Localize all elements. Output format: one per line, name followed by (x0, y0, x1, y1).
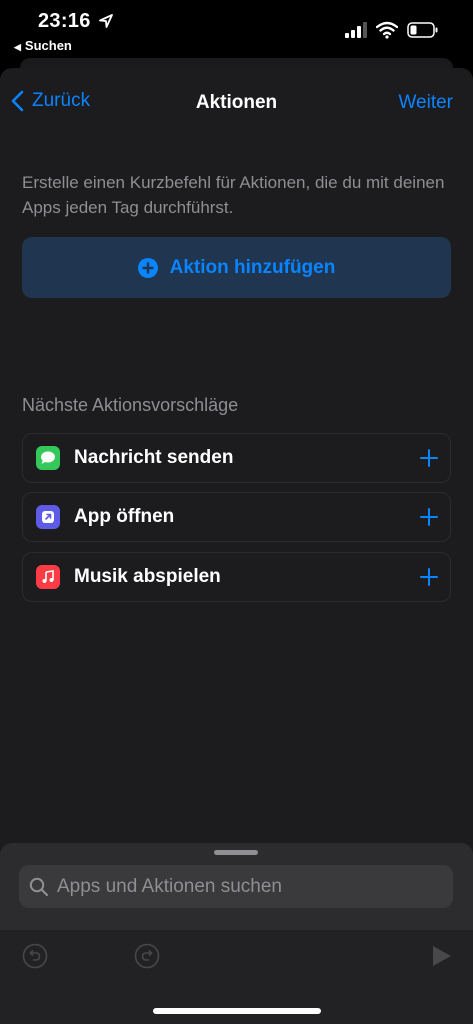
search-icon (29, 877, 49, 896)
location-arrow-icon (99, 14, 113, 28)
suggestion-play-music[interactable]: Musik abspielen (22, 552, 451, 602)
wifi-icon (376, 21, 398, 39)
signal-icon (345, 22, 367, 38)
back-triangle-icon: ◀ (14, 42, 21, 52)
suggestion-label: Nachricht senden (74, 447, 234, 468)
home-indicator (153, 1008, 321, 1014)
add-icon[interactable] (420, 508, 438, 526)
add-action-label: Aktion hinzufügen (169, 256, 336, 278)
search-field[interactable] (19, 865, 453, 908)
suggestion-open-app[interactable]: App öffnen (22, 492, 451, 542)
suggestion-label: Musik abspielen (74, 566, 221, 587)
suggestion-send-message[interactable]: Nachricht senden (22, 433, 451, 483)
back-to-app-link[interactable]: ◀ Suchen (14, 38, 72, 53)
add-icon[interactable] (420, 449, 438, 467)
add-action-button[interactable]: Aktion hinzufügen (22, 237, 451, 298)
status-time: 23:16 (38, 10, 91, 32)
status-bar: 23:16 ◀ Suchen (0, 0, 473, 60)
plus-circle-icon (137, 257, 158, 278)
redo-icon[interactable] (134, 943, 160, 969)
music-icon (36, 565, 60, 589)
messages-icon (36, 446, 60, 470)
next-button[interactable]: Weiter (398, 92, 453, 114)
play-icon[interactable] (428, 943, 454, 969)
battery-icon (407, 22, 438, 38)
open-app-icon (36, 505, 60, 529)
suggestions-title: Nächste Aktionsvorschläge (22, 395, 239, 415)
search-input[interactable] (57, 875, 427, 898)
panel-grabber[interactable] (214, 850, 258, 855)
undo-icon[interactable] (22, 943, 48, 969)
suggestion-label: App öffnen (74, 506, 175, 527)
add-icon[interactable] (420, 568, 438, 586)
intro-text: Erstelle einen Kurzbefehl für Aktionen, … (22, 173, 445, 217)
back-app-label: Suchen (24, 38, 72, 53)
